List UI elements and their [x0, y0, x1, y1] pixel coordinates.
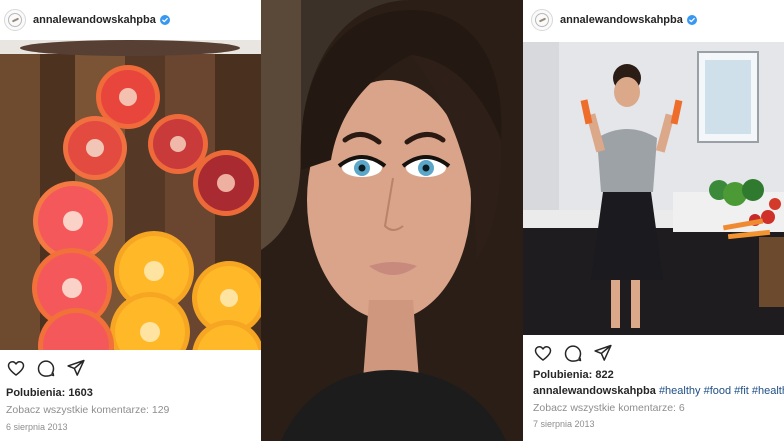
heart-icon[interactable] [533, 343, 553, 363]
verified-badge-icon [159, 15, 170, 25]
profile-avatar-icon[interactable] [531, 9, 553, 31]
post-image-kitchen[interactable] [523, 42, 784, 335]
post-actions [533, 343, 613, 363]
post-caption: annalewandowskahpba #healthy #food #fit … [533, 385, 784, 397]
post-date: 6 sierpnia 2013 [6, 422, 68, 432]
caption-username[interactable]: annalewandowskahpba [533, 385, 656, 397]
view-comments-link[interactable]: Zobacz wszystkie komentarze: 6 [533, 402, 685, 414]
username-link[interactable]: annalewandowskahpba [560, 14, 683, 26]
profile-avatar-icon[interactable] [4, 9, 26, 31]
likes-count[interactable]: Polubienia: 822 [533, 369, 614, 381]
post-header: annalewandowskahpba [523, 0, 784, 40]
share-icon[interactable] [66, 358, 86, 378]
likes-count[interactable]: Polubienia: 1603 [6, 387, 93, 399]
caption-hashtags[interactable]: #healthy #food #fit #healthy f [659, 385, 784, 397]
post-header: annalewandowskahpba [0, 0, 261, 40]
username-link[interactable]: annalewandowskahpba [33, 14, 156, 26]
heart-icon[interactable] [6, 358, 26, 378]
post-card-left: annalewandowskahpba Polubienia: 1603 Zob… [0, 0, 261, 441]
verified-badge-icon [686, 15, 697, 25]
post-card-right: annalewandowskahpba Polubienia: 822 anna… [523, 0, 784, 441]
portrait-photo-panel [261, 0, 523, 441]
view-comments-link[interactable]: Zobacz wszystkie komentarze: 129 [6, 404, 169, 416]
comment-icon[interactable] [563, 343, 583, 363]
share-icon[interactable] [593, 343, 613, 363]
post-image-citrus[interactable] [0, 40, 261, 350]
post-actions [6, 358, 86, 378]
comment-icon[interactable] [36, 358, 56, 378]
portrait-photo [261, 0, 523, 441]
post-date: 7 sierpnia 2013 [533, 419, 595, 429]
